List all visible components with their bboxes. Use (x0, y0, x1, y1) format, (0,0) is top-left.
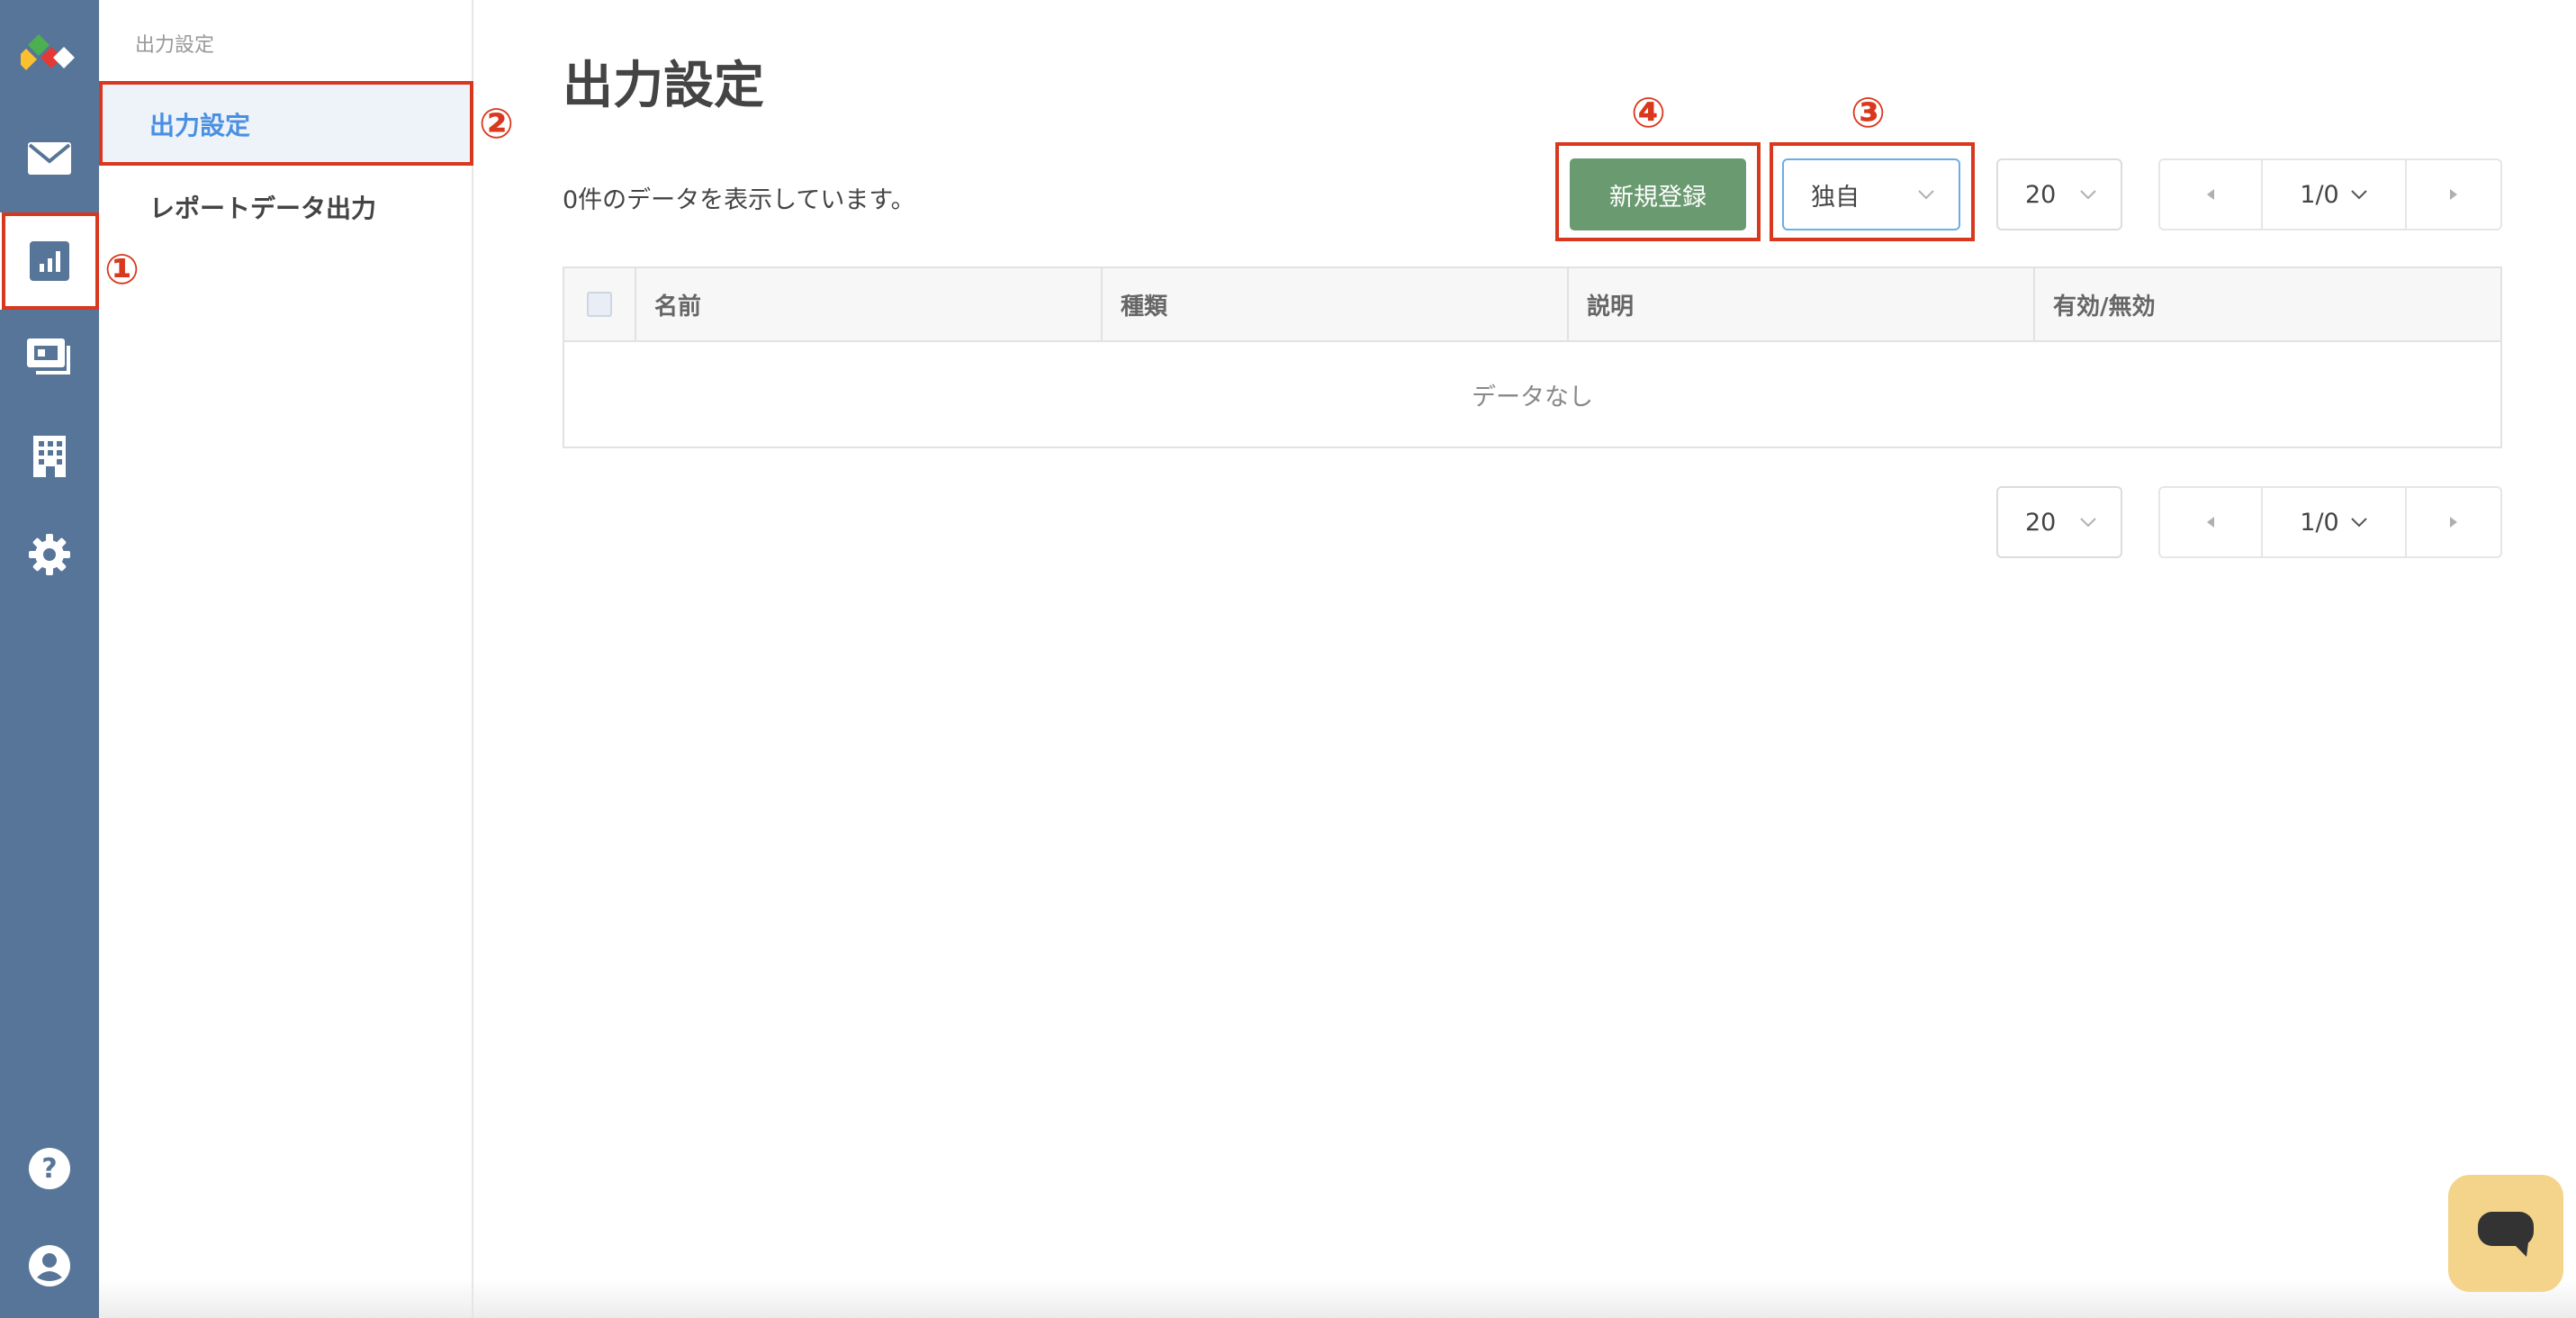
user-icon[interactable] (0, 1217, 99, 1314)
select-all-checkbox[interactable] (587, 292, 612, 317)
page-select[interactable]: 1/0 (2263, 488, 2407, 556)
prev-page-button[interactable] (2160, 160, 2263, 229)
annotation-number-3: ③ (1851, 88, 1886, 137)
caret-left-icon (2207, 189, 2214, 200)
caret-left-icon (2207, 517, 2214, 528)
id-card-icon[interactable] (0, 308, 99, 405)
column-header-enabled[interactable]: 有効/無効 (2035, 268, 2500, 340)
annotation-number-2: ② (479, 99, 514, 148)
chevron-down-icon (1918, 190, 1934, 200)
sidebar-section-header: 出力設定 (135, 34, 215, 57)
select-all-cell (564, 268, 636, 340)
column-header-type[interactable]: 種類 (1103, 268, 1569, 340)
caret-right-icon (2450, 189, 2457, 200)
sidebar-item-label: レポートデータ出力 (149, 194, 377, 223)
column-header-description[interactable]: 説明 (1569, 268, 2035, 340)
prev-page-button[interactable] (2160, 488, 2263, 556)
pagination-top: 1/0 (2158, 158, 2502, 230)
chevron-down-icon (2080, 518, 2096, 528)
svg-text:?: ? (41, 1153, 57, 1185)
type-select-value: 独自 (1811, 183, 1860, 212)
page-title: 出力設定 (563, 57, 764, 115)
report-chart-icon[interactable] (0, 212, 99, 310)
help-icon[interactable]: ? (0, 1120, 99, 1217)
record-count-text: 0件のデータを表示しています。 (563, 186, 915, 214)
pagination-bottom: 1/0 (2158, 486, 2502, 558)
empty-table-message: データなし (1472, 383, 1593, 411)
page-indicator: 1/0 (2300, 180, 2339, 209)
sidebar-item-label: 出力設定 (149, 111, 251, 140)
sidebar-item-report-data-output[interactable]: レポートデータ出力 (101, 166, 472, 248)
next-page-button[interactable] (2407, 488, 2500, 556)
building-icon[interactable] (0, 407, 99, 504)
page-size-select-top[interactable]: 20 (1996, 158, 2122, 230)
secondary-sidebar: 出力設定 出力設定 レポートデータ出力 (99, 0, 473, 1318)
annotation-number-4: ④ (1631, 88, 1666, 137)
gear-icon[interactable] (0, 506, 99, 603)
mail-icon[interactable] (0, 110, 99, 207)
page-size-value: 20 (2025, 508, 2057, 537)
caret-right-icon (2450, 517, 2457, 528)
app-logo-icon[interactable] (0, 7, 99, 104)
next-page-button[interactable] (2407, 160, 2500, 229)
type-select[interactable]: 独自 (1782, 158, 1960, 230)
chat-launcher-button[interactable] (2448, 1175, 2563, 1292)
chevron-down-icon (2080, 190, 2096, 200)
page-select[interactable]: 1/0 (2263, 160, 2407, 229)
table-header: 名前 種類 説明 有効/無効 (564, 268, 2500, 342)
chat-bubble-icon (2478, 1212, 2534, 1257)
output-settings-table: 名前 種類 説明 有効/無効 データなし (563, 266, 2502, 448)
page-size-value: 20 (2025, 180, 2057, 209)
column-header-name[interactable]: 名前 (636, 268, 1103, 340)
page-indicator: 1/0 (2300, 508, 2339, 537)
icon-rail: ? (0, 0, 99, 1318)
sidebar-item-output-settings[interactable]: 出力設定 (101, 83, 472, 166)
new-registration-button[interactable]: 新規登録 (1570, 158, 1746, 230)
annotation-number-1: ① (104, 245, 140, 293)
page-size-select-bottom[interactable]: 20 (1996, 486, 2122, 558)
chevron-down-icon (2351, 518, 2367, 528)
chevron-down-icon (2351, 190, 2367, 200)
